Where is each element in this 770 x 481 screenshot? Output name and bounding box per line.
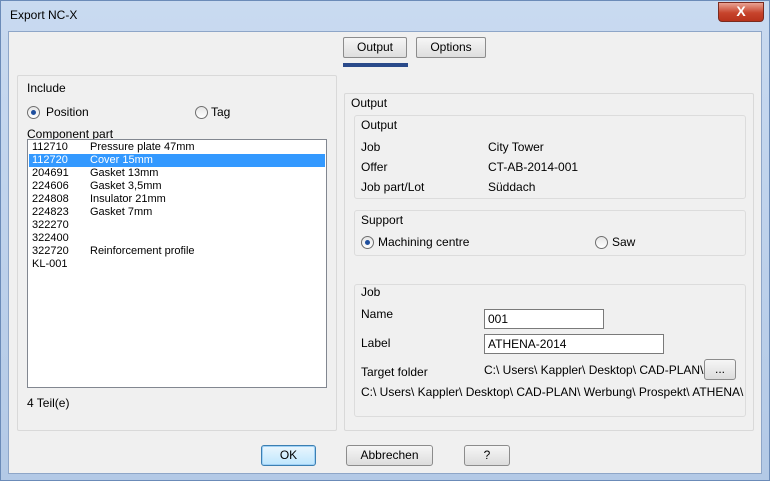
list-item[interactable]: 224823 Gasket 7mm <box>29 206 325 219</box>
item-desc: Gasket 7mm <box>90 206 153 218</box>
position-radio-label[interactable]: Position <box>46 105 89 119</box>
item-code: 322400 <box>32 232 69 244</box>
window-title: Export NC-X <box>10 8 78 22</box>
list-item[interactable]: KL-001 <box>29 258 325 271</box>
part-count-label: 4 Teil(e) <box>27 396 70 410</box>
item-desc: Pressure plate 47mm <box>90 141 195 153</box>
name-input[interactable] <box>484 309 604 329</box>
item-desc: Gasket 3,5mm <box>90 180 162 192</box>
label-label: Label <box>361 336 391 350</box>
name-label: Name <box>361 307 394 321</box>
job-group-title: Job <box>361 285 381 299</box>
item-code: KL-001 <box>32 258 68 270</box>
output-panel-title: Output <box>351 96 388 110</box>
list-item[interactable]: 322270 <box>29 219 325 232</box>
full-path-text: C:\ Users\ Kappler\ Desktop\ CAD-PLAN\ W… <box>361 385 744 399</box>
dialog-client-area: Output Options Include Position Tag Comp… <box>8 31 762 474</box>
target-folder-value: C:\ Users\ Kappler\ Desktop\ CAD-PLAN\ <box>484 363 704 377</box>
output-group-title: Output <box>361 118 398 132</box>
offer-value: CT-AB-2014-001 <box>488 160 579 174</box>
tag-radio-label[interactable]: Tag <box>211 105 230 119</box>
item-desc: Gasket 13mm <box>90 167 159 179</box>
item-code: 322720 <box>32 245 69 257</box>
machining-centre-label[interactable]: Machining centre <box>378 235 469 249</box>
support-group: Support Machining centre Saw <box>354 210 746 256</box>
item-code: 112710 <box>32 141 68 153</box>
list-item[interactable]: 204691 Gasket 13mm <box>29 167 325 180</box>
item-code: 224808 <box>32 193 69 205</box>
browse-folder-button[interactable]: ... <box>704 359 736 380</box>
output-panel: Output Output Job City Tower Offer CT-AB… <box>344 93 754 431</box>
label-input[interactable] <box>484 334 664 354</box>
item-desc: Reinforcement profile <box>90 245 195 257</box>
job-part-lot-value: Süddach <box>488 180 536 194</box>
position-radio[interactable] <box>27 106 40 119</box>
title-bar: Export NC-X X <box>1 1 769 31</box>
tag-radio[interactable] <box>195 106 208 119</box>
include-panel: Include Position Tag Component part 1127… <box>17 75 337 431</box>
item-code: 224606 <box>32 180 69 192</box>
item-desc: Insulator 21mm <box>90 193 166 205</box>
component-part-list[interactable]: 112710 Pressure plate 47mm 112720 Cover 15… <box>27 139 327 388</box>
saw-radio[interactable] <box>595 236 608 249</box>
close-button[interactable]: X <box>718 2 764 22</box>
list-item[interactable]: 322400 <box>29 232 325 245</box>
help-button[interactable]: ? <box>464 445 510 466</box>
saw-label[interactable]: Saw <box>612 235 635 249</box>
include-label: Include <box>27 81 66 95</box>
item-code: 112720 <box>32 154 68 166</box>
job-part-lot-label: Job part/Lot <box>361 180 425 194</box>
list-item[interactable]: 224606 Gasket 3,5mm <box>29 180 325 193</box>
offer-label: Offer <box>361 160 388 174</box>
item-desc: Cover 15mm <box>90 154 153 166</box>
output-group: Output Job City Tower Offer CT-AB-2014-0… <box>354 115 746 199</box>
support-group-title: Support <box>361 213 404 227</box>
item-code: 322270 <box>32 219 69 231</box>
item-code: 204691 <box>32 167 69 179</box>
job-value: City Tower <box>488 140 544 154</box>
list-item[interactable]: 224808 Insulator 21mm <box>29 193 325 206</box>
target-folder-label: Target folder <box>361 365 428 379</box>
job-label: Job <box>361 140 381 154</box>
close-icon: X <box>736 3 746 19</box>
list-item-selected[interactable]: 112720 Cover 15mm <box>29 154 325 167</box>
cancel-button[interactable]: Abbrechen <box>346 445 433 466</box>
active-tab-indicator <box>343 63 408 67</box>
tab-options[interactable]: Options <box>416 37 486 58</box>
machining-centre-radio[interactable] <box>361 236 374 249</box>
job-group: Job Name Label Target folder C:\ Users\ … <box>354 284 746 417</box>
export-dialog-window: Export NC-X X Output Options Include Pos… <box>0 0 770 481</box>
item-code: 224823 <box>32 206 69 218</box>
list-item[interactable]: 322720 Reinforcement profile <box>29 245 325 258</box>
ok-button[interactable]: OK <box>261 445 316 466</box>
tab-output[interactable]: Output <box>343 37 407 58</box>
list-item[interactable]: 112710 Pressure plate 47mm <box>29 141 325 154</box>
